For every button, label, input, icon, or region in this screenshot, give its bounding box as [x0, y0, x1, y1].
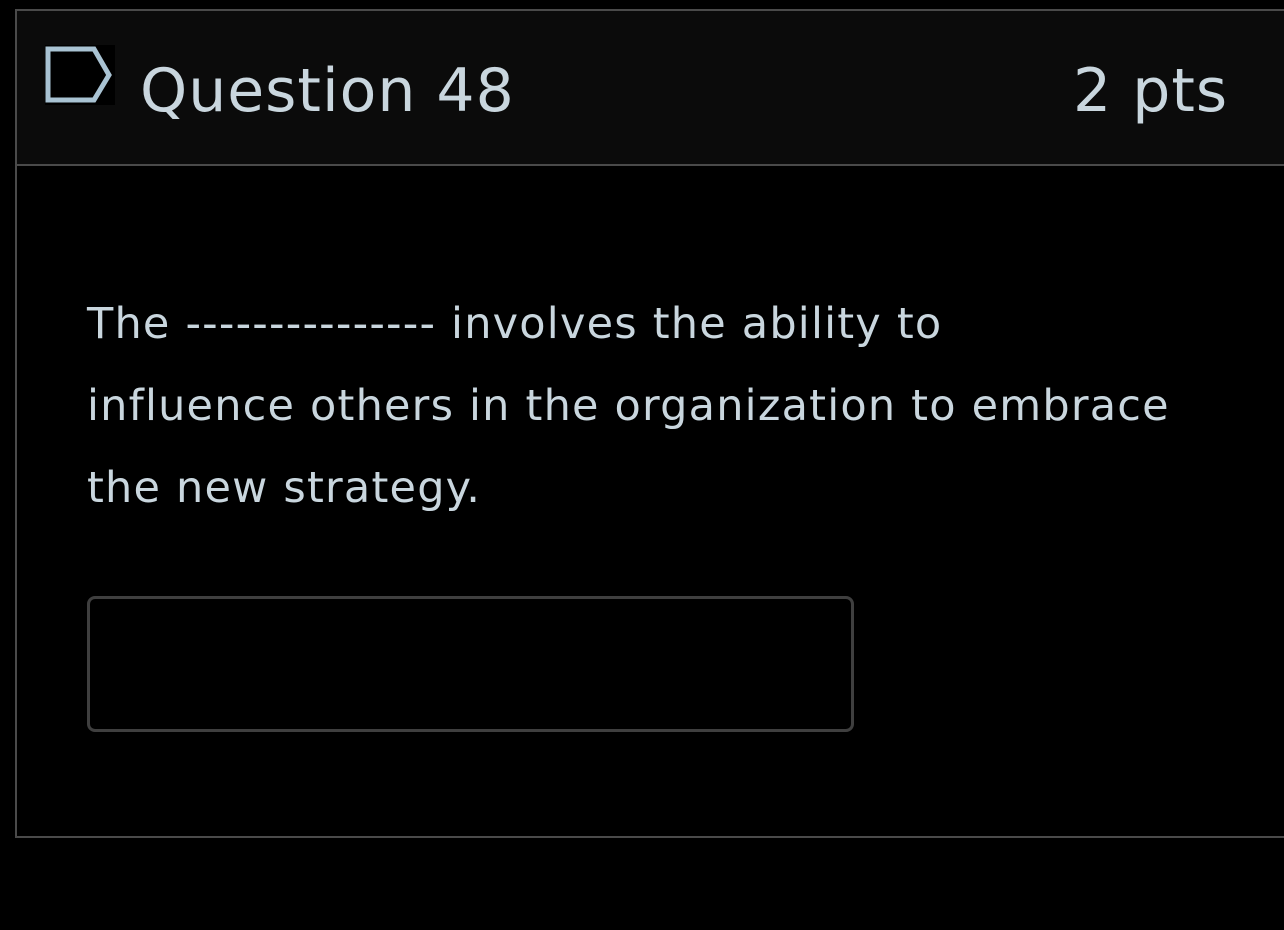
flag-question-icon[interactable]	[45, 45, 115, 105]
question-text-line: influence others in the organization to …	[87, 381, 1170, 431]
question-points: 2 pts	[1073, 56, 1229, 126]
question-header: Question 48 2 pts	[17, 11, 1284, 166]
flag-outline-icon	[45, 45, 115, 105]
answer-input[interactable]	[87, 596, 854, 732]
question-text-line: the new strategy.	[87, 463, 482, 513]
question-text-line: The --------------- involves the ability…	[87, 299, 943, 349]
question-card: Question 48 2 pts The --------------- in…	[15, 9, 1284, 838]
question-text: The --------------- involves the ability…	[87, 283, 1227, 529]
question-title: Question 48	[140, 56, 515, 126]
